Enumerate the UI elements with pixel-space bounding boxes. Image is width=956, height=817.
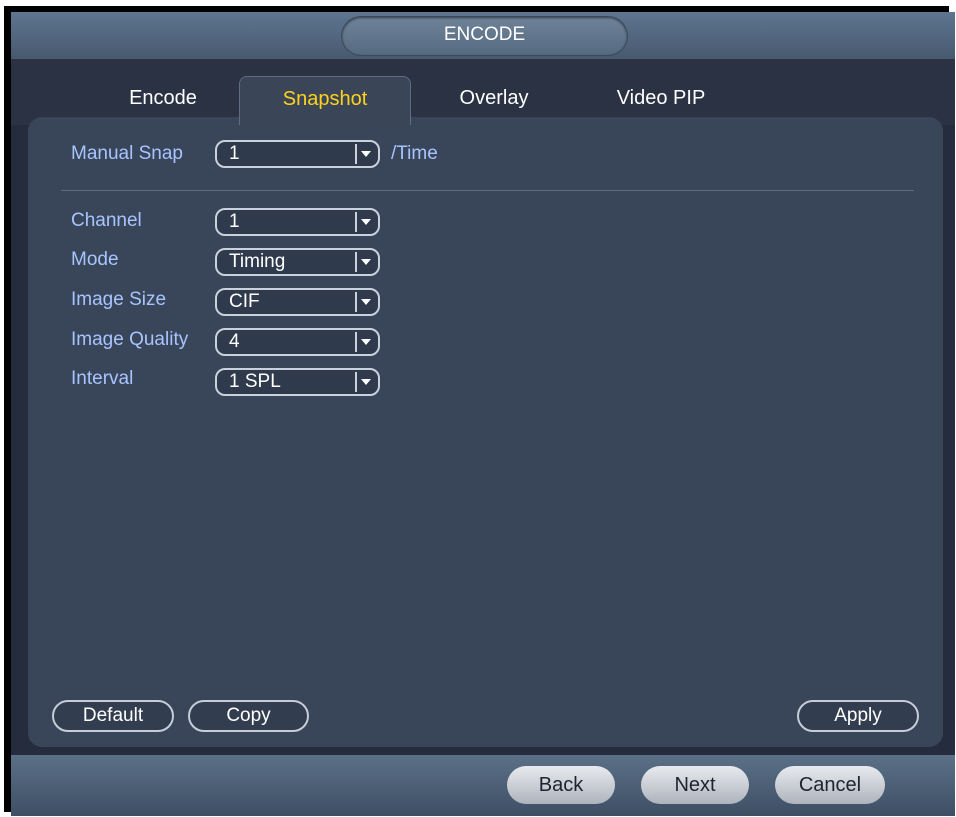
chevron-down-icon — [355, 252, 375, 272]
snapshot-panel — [28, 117, 943, 747]
window-title: ENCODE — [342, 17, 627, 55]
title-bar: ENCODE — [11, 12, 955, 59]
manual-snap-suffix: /Time — [391, 143, 438, 164]
channel-value: 1 — [229, 211, 240, 232]
chevron-down-icon — [355, 212, 375, 232]
image-size-dropdown[interactable]: CIF — [215, 288, 380, 316]
default-button[interactable]: Default — [52, 700, 174, 732]
encode-window: ENCODE Encode Overlay Video PIP Snapshot… — [11, 12, 955, 816]
interval-dropdown[interactable]: 1 SPL — [215, 368, 380, 396]
manual-snap-dropdown[interactable]: 1 — [215, 140, 380, 168]
copy-button[interactable]: Copy — [188, 700, 309, 732]
tab-snapshot[interactable]: Snapshot — [239, 76, 411, 125]
manual-snap-label: Manual Snap — [71, 143, 183, 164]
back-button[interactable]: Back — [507, 766, 615, 804]
image-quality-dropdown[interactable]: 4 — [215, 328, 380, 356]
mode-value: Timing — [229, 251, 286, 272]
divider — [61, 190, 914, 191]
chevron-down-icon — [355, 372, 375, 392]
mode-dropdown[interactable]: Timing — [215, 248, 380, 276]
image-size-value: CIF — [229, 291, 260, 312]
image-quality-label: Image Quality — [71, 329, 189, 350]
apply-button[interactable]: Apply — [797, 700, 919, 732]
channel-label: Channel — [71, 210, 142, 231]
interval-value: 1 SPL — [229, 371, 281, 392]
mode-label: Mode — [71, 249, 119, 270]
image-quality-value: 4 — [229, 331, 240, 352]
manual-snap-value: 1 — [229, 143, 240, 164]
cancel-button[interactable]: Cancel — [775, 766, 885, 804]
channel-dropdown[interactable]: 1 — [215, 208, 380, 236]
next-button[interactable]: Next — [641, 766, 749, 804]
chevron-down-icon — [355, 332, 375, 352]
interval-label: Interval — [71, 368, 134, 389]
image-size-label: Image Size — [71, 289, 167, 310]
chevron-down-icon — [355, 144, 375, 164]
chevron-down-icon — [355, 292, 375, 312]
